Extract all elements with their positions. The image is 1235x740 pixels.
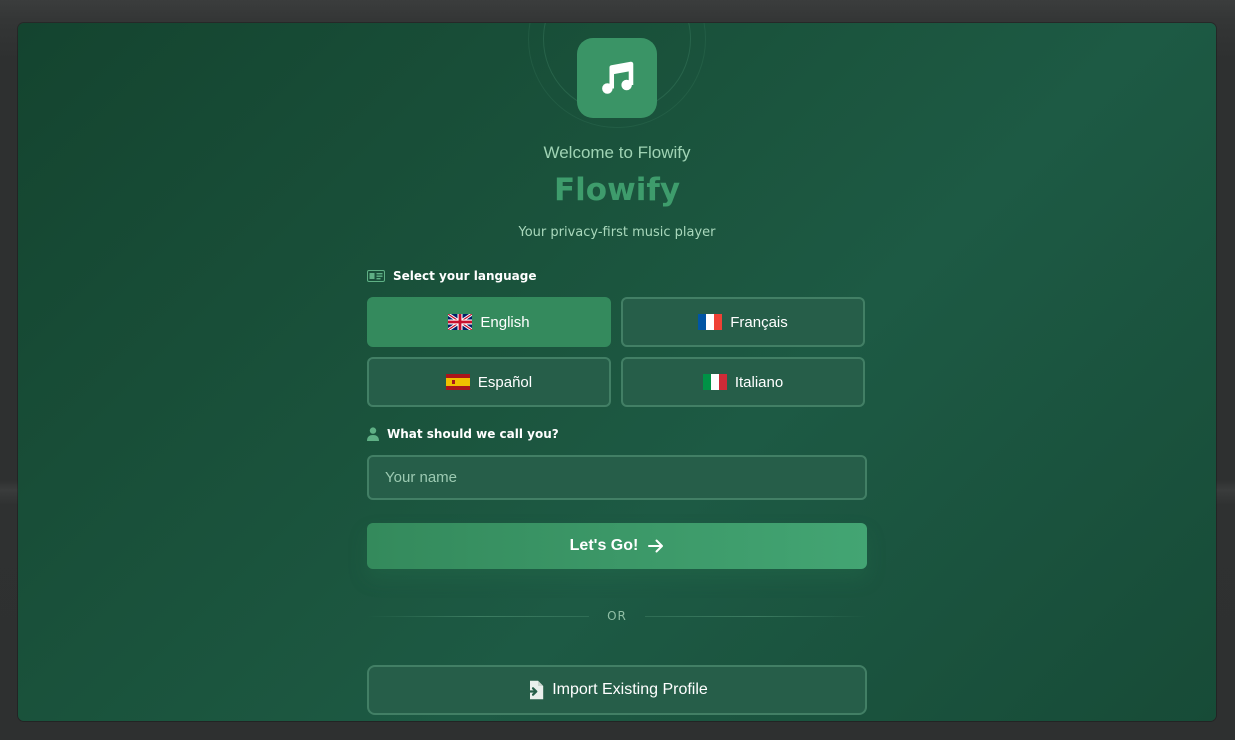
language-card-icon bbox=[367, 270, 385, 282]
language-option-francais[interactable]: Français bbox=[621, 297, 865, 347]
uk-flag-icon bbox=[448, 314, 473, 330]
language-option-label: Italiano bbox=[734, 373, 784, 391]
italy-flag-icon bbox=[702, 374, 727, 390]
import-profile-button[interactable]: Import Existing Profile bbox=[367, 665, 867, 715]
france-flag-icon bbox=[698, 314, 723, 330]
language-option-espanol[interactable]: Español bbox=[367, 357, 611, 407]
language-section-label: Select your language bbox=[367, 269, 536, 283]
divider-line-right bbox=[644, 615, 868, 617]
name-label-text: What should we call you? bbox=[387, 427, 559, 441]
import-profile-label: Import Existing Profile bbox=[552, 681, 708, 698]
tagline: Your privacy-first music player bbox=[518, 225, 716, 240]
language-option-italiano[interactable]: Italiano bbox=[621, 357, 865, 407]
language-option-label: Español bbox=[477, 373, 533, 391]
app-logo bbox=[577, 38, 657, 118]
brand-title: Flowify bbox=[553, 172, 681, 208]
onboarding-modal: Welcome to Flowify Flowify Your privacy-… bbox=[18, 23, 1216, 721]
name-section-label: What should we call you? bbox=[367, 427, 559, 441]
or-divider: OR bbox=[367, 607, 868, 625]
welcome-text: Welcome to Flowify bbox=[543, 143, 691, 162]
language-label-text: Select your language bbox=[393, 269, 537, 283]
music-note-icon bbox=[602, 61, 634, 94]
or-text: OR bbox=[607, 609, 627, 623]
lets-go-label: Let's Go! bbox=[569, 537, 639, 554]
language-option-english[interactable]: English bbox=[367, 297, 611, 347]
divider-line-left bbox=[367, 615, 590, 617]
file-import-icon bbox=[526, 680, 544, 700]
lets-go-button[interactable]: Let's Go! bbox=[367, 523, 867, 569]
language-option-label: English bbox=[480, 313, 530, 331]
user-icon bbox=[367, 427, 379, 441]
arrow-right-icon bbox=[648, 539, 664, 553]
name-input[interactable] bbox=[367, 455, 867, 500]
language-option-label: Français bbox=[730, 313, 788, 331]
spain-flag-icon bbox=[445, 374, 470, 390]
